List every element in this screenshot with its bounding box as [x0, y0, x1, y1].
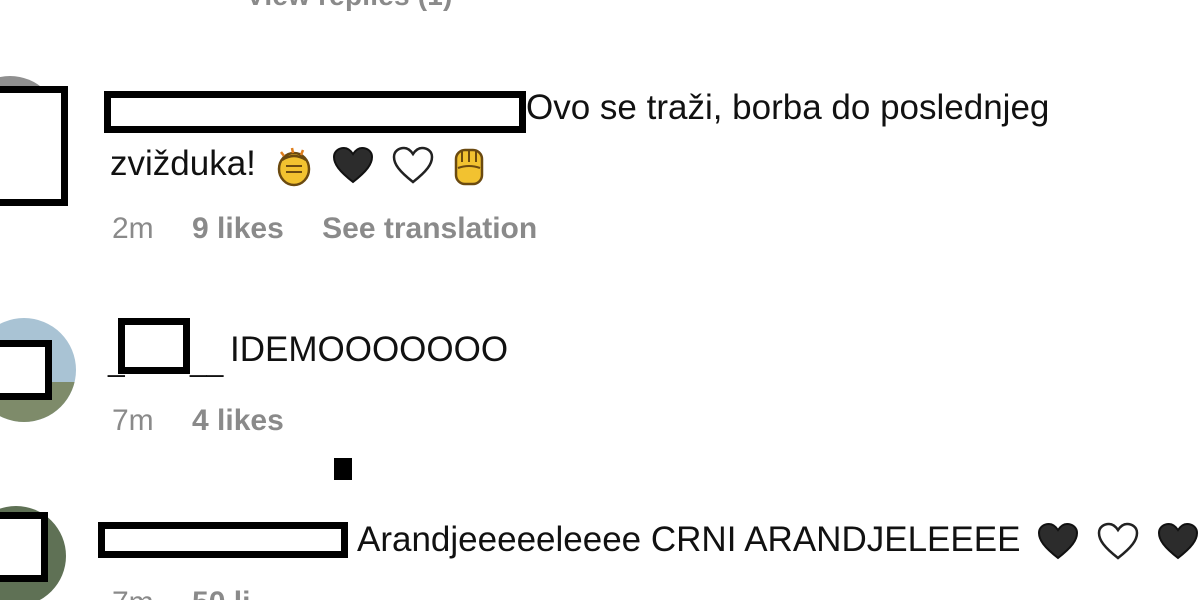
comment-text: IDEMOOOOOOO — [230, 330, 509, 369]
clapping-hands-icon — [272, 144, 316, 188]
comment-meta: 7m 4 likes — [112, 404, 314, 438]
comment-text: Ovo se traži, borba do poslednjeg — [526, 88, 1050, 127]
comment-text-line: Arandjeeeeeleeee CRNI ARANDJELEEEE — [357, 512, 1200, 568]
comment-time: 7m — [112, 404, 154, 437]
avatar-redaction — [0, 512, 48, 582]
avatar-redaction — [0, 86, 68, 206]
see-translation-link[interactable]: See translation — [322, 212, 537, 245]
avatar-redaction — [0, 340, 52, 400]
comment-meta: 2m 9 likes See translation — [112, 212, 567, 246]
white-heart-icon — [1096, 522, 1140, 562]
black-heart-icon — [1156, 522, 1200, 562]
comments-screen: View replies (1) Ovo se traži, borba do … — [0, 0, 1200, 600]
comment-text-line-2: zvižduka! — [110, 136, 487, 192]
comment-text: Arandjeeeeeleeee CRNI ARANDJELEEEE — [357, 520, 1021, 559]
comment-meta: 7m 50 li — [112, 586, 280, 600]
likes-count[interactable]: 4 likes — [192, 404, 284, 437]
black-heart-icon — [1036, 522, 1080, 562]
comment-time: 7m — [112, 586, 154, 600]
comment-time: 2m — [112, 212, 154, 245]
black-heart-icon — [331, 146, 375, 186]
username-redaction — [118, 318, 190, 374]
comment-text-end: zvižduka! — [110, 144, 256, 183]
view-replies-link[interactable]: View replies (1) — [246, 0, 453, 12]
likes-count[interactable]: 50 li — [192, 586, 250, 600]
white-heart-icon — [391, 146, 435, 186]
username-redaction — [98, 522, 348, 558]
likes-count[interactable]: 9 likes — [192, 212, 284, 245]
redaction-mark — [334, 458, 352, 480]
raised-fist-icon — [451, 144, 487, 188]
username-redaction — [104, 91, 526, 133]
username-fragment[interactable]: __ — [190, 345, 223, 379]
